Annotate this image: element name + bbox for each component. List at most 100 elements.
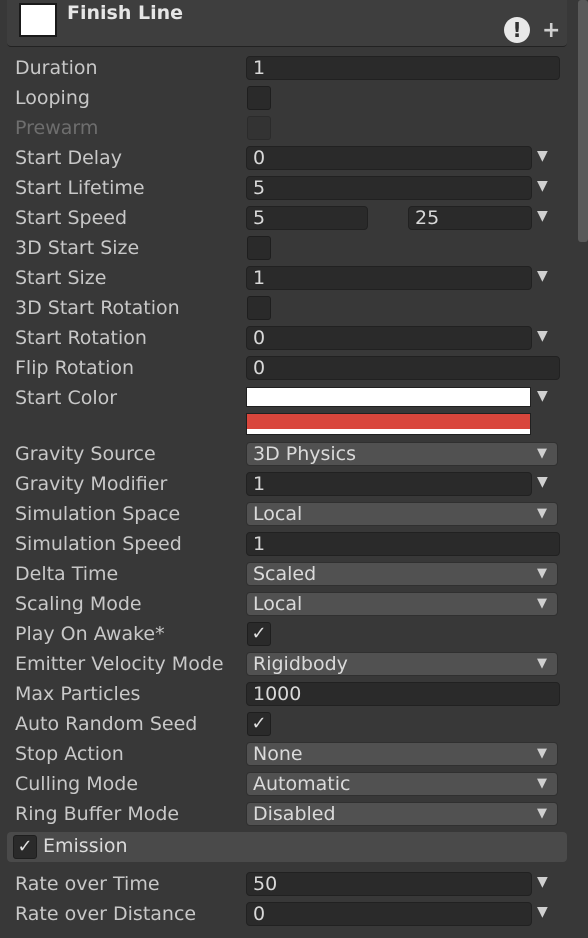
flip-rotation-input[interactable]: 0 bbox=[246, 356, 560, 380]
start-rotation-label: Start Rotation bbox=[15, 327, 147, 349]
duration-label: Duration bbox=[15, 57, 98, 79]
add-icon[interactable]: + bbox=[542, 18, 560, 43]
row-emitter-velocity-mode: Emitter Velocity Mode Rigidbody ▼ bbox=[0, 650, 578, 680]
start-color-swatch-b[interactable] bbox=[246, 413, 531, 435]
auto-random-seed-checkbox[interactable]: ✓ bbox=[247, 712, 271, 736]
start-size-mode-chevron-icon[interactable]: ▼ bbox=[537, 268, 548, 284]
row-looping: Looping bbox=[0, 84, 578, 114]
stop-action-label: Stop Action bbox=[15, 743, 124, 765]
scaling-mode-label: Scaling Mode bbox=[15, 593, 142, 615]
start-color-swatch-a[interactable] bbox=[246, 387, 531, 407]
emitter-velocity-mode-dropdown[interactable]: Rigidbody ▼ bbox=[246, 652, 558, 676]
row-start-size: Start Size 1 ▼ bbox=[0, 264, 578, 294]
component-header: Finish Line ! + bbox=[7, 0, 567, 47]
gravity-source-dropdown[interactable]: 3D Physics ▼ bbox=[246, 442, 558, 466]
start-size-label: Start Size bbox=[15, 267, 107, 289]
scrollbar[interactable] bbox=[578, 0, 588, 242]
row-ring-buffer-mode: Ring Buffer Mode Disabled ▼ bbox=[0, 800, 578, 830]
start-delay-label: Start Delay bbox=[15, 147, 122, 169]
start-delay-mode-chevron-icon[interactable]: ▼ bbox=[537, 148, 548, 164]
start-rotation-input[interactable]: 0 bbox=[246, 326, 532, 350]
duration-input[interactable]: 1 bbox=[246, 56, 560, 80]
start-color-mode-chevron-icon[interactable]: ▼ bbox=[537, 388, 548, 404]
row-prewarm: Prewarm bbox=[0, 114, 578, 144]
row-gravity-source: Gravity Source 3D Physics ▼ bbox=[0, 440, 578, 470]
row-auto-random-seed: Auto Random Seed ✓ bbox=[0, 710, 578, 740]
delta-time-label: Delta Time bbox=[15, 563, 119, 585]
row-scaling-mode: Scaling Mode Local ▼ bbox=[0, 590, 578, 620]
simulation-speed-input[interactable]: 1 bbox=[246, 532, 560, 556]
start-speed-label: Start Speed bbox=[15, 207, 128, 229]
row-simulation-speed: Simulation Speed 1 bbox=[0, 530, 578, 560]
prewarm-checkbox bbox=[247, 116, 271, 140]
play-on-awake-label: Play On Awake* bbox=[15, 623, 165, 645]
row-start-rotation: Start Rotation 0 ▼ bbox=[0, 324, 578, 354]
row-culling-mode: Culling Mode Automatic ▼ bbox=[0, 770, 578, 800]
culling-mode-label: Culling Mode bbox=[15, 773, 139, 795]
row-play-on-awake: Play On Awake* ✓ bbox=[0, 620, 578, 650]
row-gravity-modifier: Gravity Modifier 1 ▼ bbox=[0, 470, 578, 500]
looping-label: Looping bbox=[15, 87, 90, 109]
start-speed-max-input[interactable]: 25 bbox=[408, 206, 532, 230]
delta-time-value: Scaled bbox=[253, 563, 317, 585]
3d-start-rotation-label: 3D Start Rotation bbox=[15, 297, 180, 319]
3d-start-size-label: 3D Start Size bbox=[15, 237, 140, 259]
chevron-down-icon: ▼ bbox=[537, 776, 547, 791]
scaling-mode-dropdown[interactable]: Local ▼ bbox=[246, 592, 558, 616]
start-lifetime-mode-chevron-icon[interactable]: ▼ bbox=[537, 178, 548, 194]
emitter-velocity-mode-value: Rigidbody bbox=[253, 653, 348, 675]
ring-buffer-mode-dropdown[interactable]: Disabled ▼ bbox=[246, 802, 558, 826]
3d-start-rotation-checkbox[interactable] bbox=[247, 296, 271, 320]
simulation-speed-label: Simulation Speed bbox=[15, 533, 182, 555]
delta-time-dropdown[interactable]: Scaled ▼ bbox=[246, 562, 558, 586]
start-speed-mode-chevron-icon[interactable]: ▼ bbox=[537, 208, 548, 224]
start-delay-input[interactable]: 0 bbox=[246, 146, 532, 170]
start-color-swatch-b-fill bbox=[247, 414, 530, 429]
rate-over-time-input[interactable]: 50 bbox=[246, 872, 532, 896]
ring-buffer-mode-value: Disabled bbox=[253, 803, 336, 825]
row-stop-action: Stop Action None ▼ bbox=[0, 740, 578, 770]
gravity-modifier-mode-chevron-icon[interactable]: ▼ bbox=[537, 474, 548, 490]
max-particles-label: Max Particles bbox=[15, 683, 141, 705]
row-duration: Duration 1 bbox=[0, 54, 578, 84]
emission-section-header[interactable]: ✓ Emission bbox=[7, 832, 567, 862]
start-color-label: Start Color bbox=[15, 387, 118, 409]
emission-enabled-checkbox[interactable]: ✓ bbox=[13, 835, 37, 859]
simulation-space-value: Local bbox=[253, 503, 303, 525]
looping-checkbox[interactable] bbox=[247, 86, 271, 110]
chevron-down-icon: ▼ bbox=[537, 746, 547, 761]
row-start-delay: Start Delay 0 ▼ bbox=[0, 144, 578, 174]
chevron-down-icon: ▼ bbox=[537, 506, 547, 521]
stop-action-dropdown[interactable]: None ▼ bbox=[246, 742, 558, 766]
rate-over-distance-label: Rate over Distance bbox=[15, 903, 197, 925]
row-max-particles: Max Particles 1000 bbox=[0, 680, 578, 710]
gravity-source-value: 3D Physics bbox=[253, 443, 357, 465]
chevron-down-icon: ▼ bbox=[537, 566, 547, 581]
start-lifetime-input[interactable]: 5 bbox=[246, 176, 532, 200]
rate-over-distance-mode-chevron-icon[interactable]: ▼ bbox=[537, 904, 548, 920]
start-speed-min-input[interactable]: 5 bbox=[246, 206, 368, 230]
auto-random-seed-label: Auto Random Seed bbox=[15, 713, 198, 735]
culling-mode-dropdown[interactable]: Automatic ▼ bbox=[246, 772, 558, 796]
particle-system-icon bbox=[19, 3, 57, 37]
max-particles-input[interactable]: 1000 bbox=[246, 682, 560, 706]
start-lifetime-label: Start Lifetime bbox=[15, 177, 145, 199]
3d-start-size-checkbox[interactable] bbox=[247, 236, 271, 260]
row-start-lifetime: Start Lifetime 5 ▼ bbox=[0, 174, 578, 204]
chevron-down-icon: ▼ bbox=[537, 596, 547, 611]
start-rotation-mode-chevron-icon[interactable]: ▼ bbox=[537, 328, 548, 344]
chevron-down-icon: ▼ bbox=[537, 806, 547, 821]
rate-over-time-mode-chevron-icon[interactable]: ▼ bbox=[537, 874, 548, 890]
gravity-modifier-input[interactable]: 1 bbox=[246, 472, 532, 496]
ring-buffer-mode-label: Ring Buffer Mode bbox=[15, 803, 180, 825]
start-size-input[interactable]: 1 bbox=[246, 266, 532, 290]
warning-icon[interactable]: ! bbox=[504, 17, 530, 43]
gravity-modifier-label: Gravity Modifier bbox=[15, 473, 168, 495]
rate-over-distance-input[interactable]: 0 bbox=[246, 902, 532, 926]
row-rate-over-distance: Rate over Distance 0 ▼ bbox=[0, 900, 578, 930]
simulation-space-dropdown[interactable]: Local ▼ bbox=[246, 502, 558, 526]
emitter-velocity-mode-label: Emitter Velocity Mode bbox=[15, 653, 224, 675]
row-3d-start-size: 3D Start Size bbox=[0, 234, 578, 264]
prewarm-label: Prewarm bbox=[15, 117, 99, 139]
play-on-awake-checkbox[interactable]: ✓ bbox=[247, 622, 271, 646]
